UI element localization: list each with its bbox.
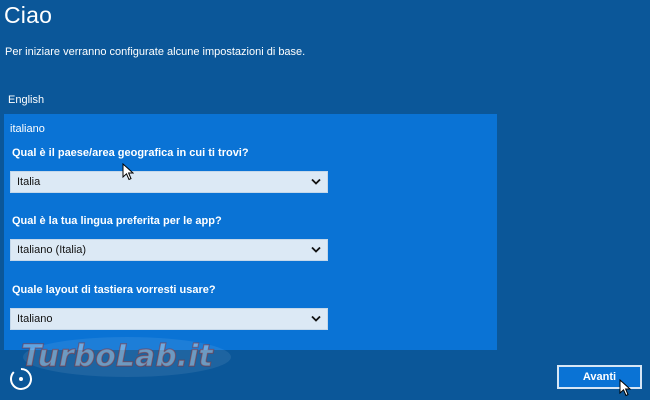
ease-of-access-icon[interactable]: [8, 366, 34, 392]
country-dropdown[interactable]: Italia: [10, 171, 328, 193]
chevron-down-icon: [311, 315, 321, 322]
language-option-italiano-panel[interactable]: italiano Qual è il paese/area geografica…: [4, 114, 497, 350]
mouse-pointer-icon: [619, 379, 631, 397]
keyboard-layout-dropdown[interactable]: Italiano: [10, 308, 328, 330]
page-subtitle: Per iniziare verranno configurate alcune…: [5, 46, 306, 58]
svg-text:TurboLab.it: TurboLab.it: [21, 339, 214, 374]
mouse-pointer-icon: [122, 163, 134, 181]
chevron-down-icon: [311, 246, 321, 253]
chevron-down-icon: [311, 178, 321, 185]
language-option-italiano-label: italiano: [10, 123, 45, 135]
keyboard-layout-dropdown-value: Italiano: [17, 313, 53, 325]
country-question: Qual è il paese/area geografica in cui t…: [12, 147, 249, 159]
app-language-dropdown[interactable]: Italiano (Italia): [10, 239, 328, 261]
app-language-dropdown-value: Italiano (Italia): [17, 244, 87, 256]
turbolab-watermark-logo: TurboLab.it: [20, 337, 231, 377]
country-dropdown-value: Italia: [17, 176, 41, 188]
language-option-english[interactable]: English: [8, 94, 44, 106]
page-title: Ciao: [4, 2, 53, 28]
keyboard-layout-question: Quale layout di tastiera vorresti usare?: [12, 284, 216, 296]
app-language-question: Qual è la tua lingua preferita per le ap…: [12, 215, 222, 227]
